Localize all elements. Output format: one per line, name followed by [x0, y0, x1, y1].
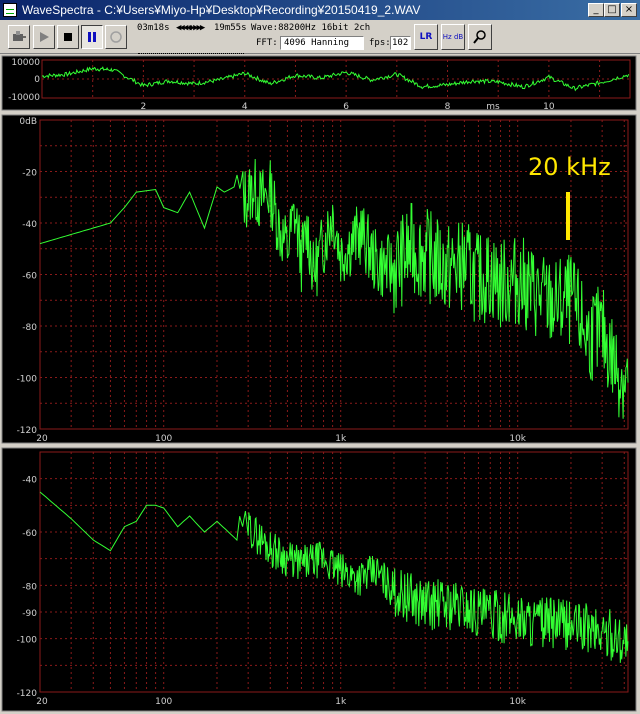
xtick-label: 20 — [36, 434, 48, 444]
lr-button[interactable]: LR — [414, 24, 438, 50]
plots-area: 10000 0 -10000 2 4 6 8 10 ms 0dB -20 -40 -60 -80… — [1, 55, 637, 712]
xtick-label: 10k — [509, 697, 526, 707]
total-time: 19m55s — [214, 23, 247, 33]
play-icon — [40, 32, 49, 42]
ytick-label: -60 — [22, 272, 37, 282]
maximize-button[interactable]: □ — [604, 3, 620, 17]
xtick-label: 100 — [155, 434, 172, 444]
stop-button[interactable] — [57, 25, 79, 49]
record-button[interactable] — [105, 25, 127, 49]
ytick-label: 0dB — [19, 117, 37, 127]
toolbar: 03m18s ◀◀◀◀▶▶▶▶ 19m55s Wave:88200Hz 16bi… — [0, 20, 640, 70]
play-button[interactable] — [33, 25, 55, 49]
ytick-label: -20 — [22, 169, 37, 179]
xtick-label: 10k — [509, 434, 526, 444]
ytick-label: -100 — [17, 636, 38, 646]
record-source-button[interactable] — [8, 25, 30, 49]
audio-source-icon — [13, 31, 26, 41]
wave-info: Wave:88200Hz 16bit 2ch — [251, 23, 371, 33]
minimize-button[interactable]: _ — [588, 3, 604, 17]
xtick-label: 100 — [155, 697, 172, 707]
record-icon — [110, 31, 122, 43]
wave-xtick-label: 10 — [543, 102, 555, 112]
close-button[interactable]: × — [621, 3, 637, 17]
position-time: 03m18s — [137, 23, 170, 33]
seek-buttons[interactable]: ◀◀◀◀▶▶▶▶ — [176, 23, 205, 33]
ytick-label: -120 — [17, 426, 38, 436]
wave-ytick-10000: 10000 — [11, 58, 40, 68]
pause-icon — [88, 32, 96, 42]
annotation-20khz: 20 kHz — [528, 153, 611, 181]
wave-xtick-label: 2 — [141, 102, 147, 112]
wave-ytick-0: 0 — [34, 75, 40, 85]
title-bar[interactable]: WaveSpectra - C:¥Users¥Miyo-Hp¥Desktop¥R… — [0, 0, 640, 20]
window-title: WaveSpectra - C:¥Users¥Miyo-Hp¥Desktop¥R… — [22, 3, 421, 17]
wave-ytick-neg10000: -10000 — [8, 93, 40, 103]
ytick-label: -40 — [22, 220, 37, 230]
pause-button[interactable] — [81, 25, 103, 49]
ytick-label: -60 — [22, 529, 37, 539]
ytick-label: -120 — [17, 689, 38, 699]
xtick-label: 1k — [335, 697, 347, 707]
wave-xtick-label: 8 — [445, 102, 451, 112]
wave-xtick-label: 6 — [343, 102, 349, 112]
xtick-label: 1k — [335, 434, 347, 444]
fft-label: FFT: — [256, 38, 278, 48]
wave-xtick-label: 4 — [242, 102, 248, 112]
hz-db-button[interactable]: Hz dB — [441, 24, 465, 50]
wave-x-unit: ms — [486, 102, 500, 112]
annotation-20khz-marker — [566, 192, 570, 240]
lr-button-label: LR — [419, 32, 433, 42]
ytick-label: -90 — [22, 609, 37, 619]
ytick-label: -80 — [22, 323, 37, 333]
app-icon[interactable] — [3, 3, 17, 17]
stop-icon — [64, 33, 72, 41]
magnifier-icon — [473, 30, 486, 44]
fps-field[interactable]: 102 — [390, 36, 411, 50]
zoom-button[interactable] — [468, 24, 492, 50]
fps-label: fps: — [369, 38, 391, 48]
ytick-label: -100 — [17, 375, 38, 385]
hz-db-button-label: Hz dB — [442, 33, 464, 41]
ytick-label: -40 — [22, 476, 37, 486]
xtick-label: 20 — [36, 697, 48, 707]
fft-select[interactable]: 4096 Hanning — [280, 36, 364, 50]
ytick-label: -80 — [22, 582, 37, 592]
